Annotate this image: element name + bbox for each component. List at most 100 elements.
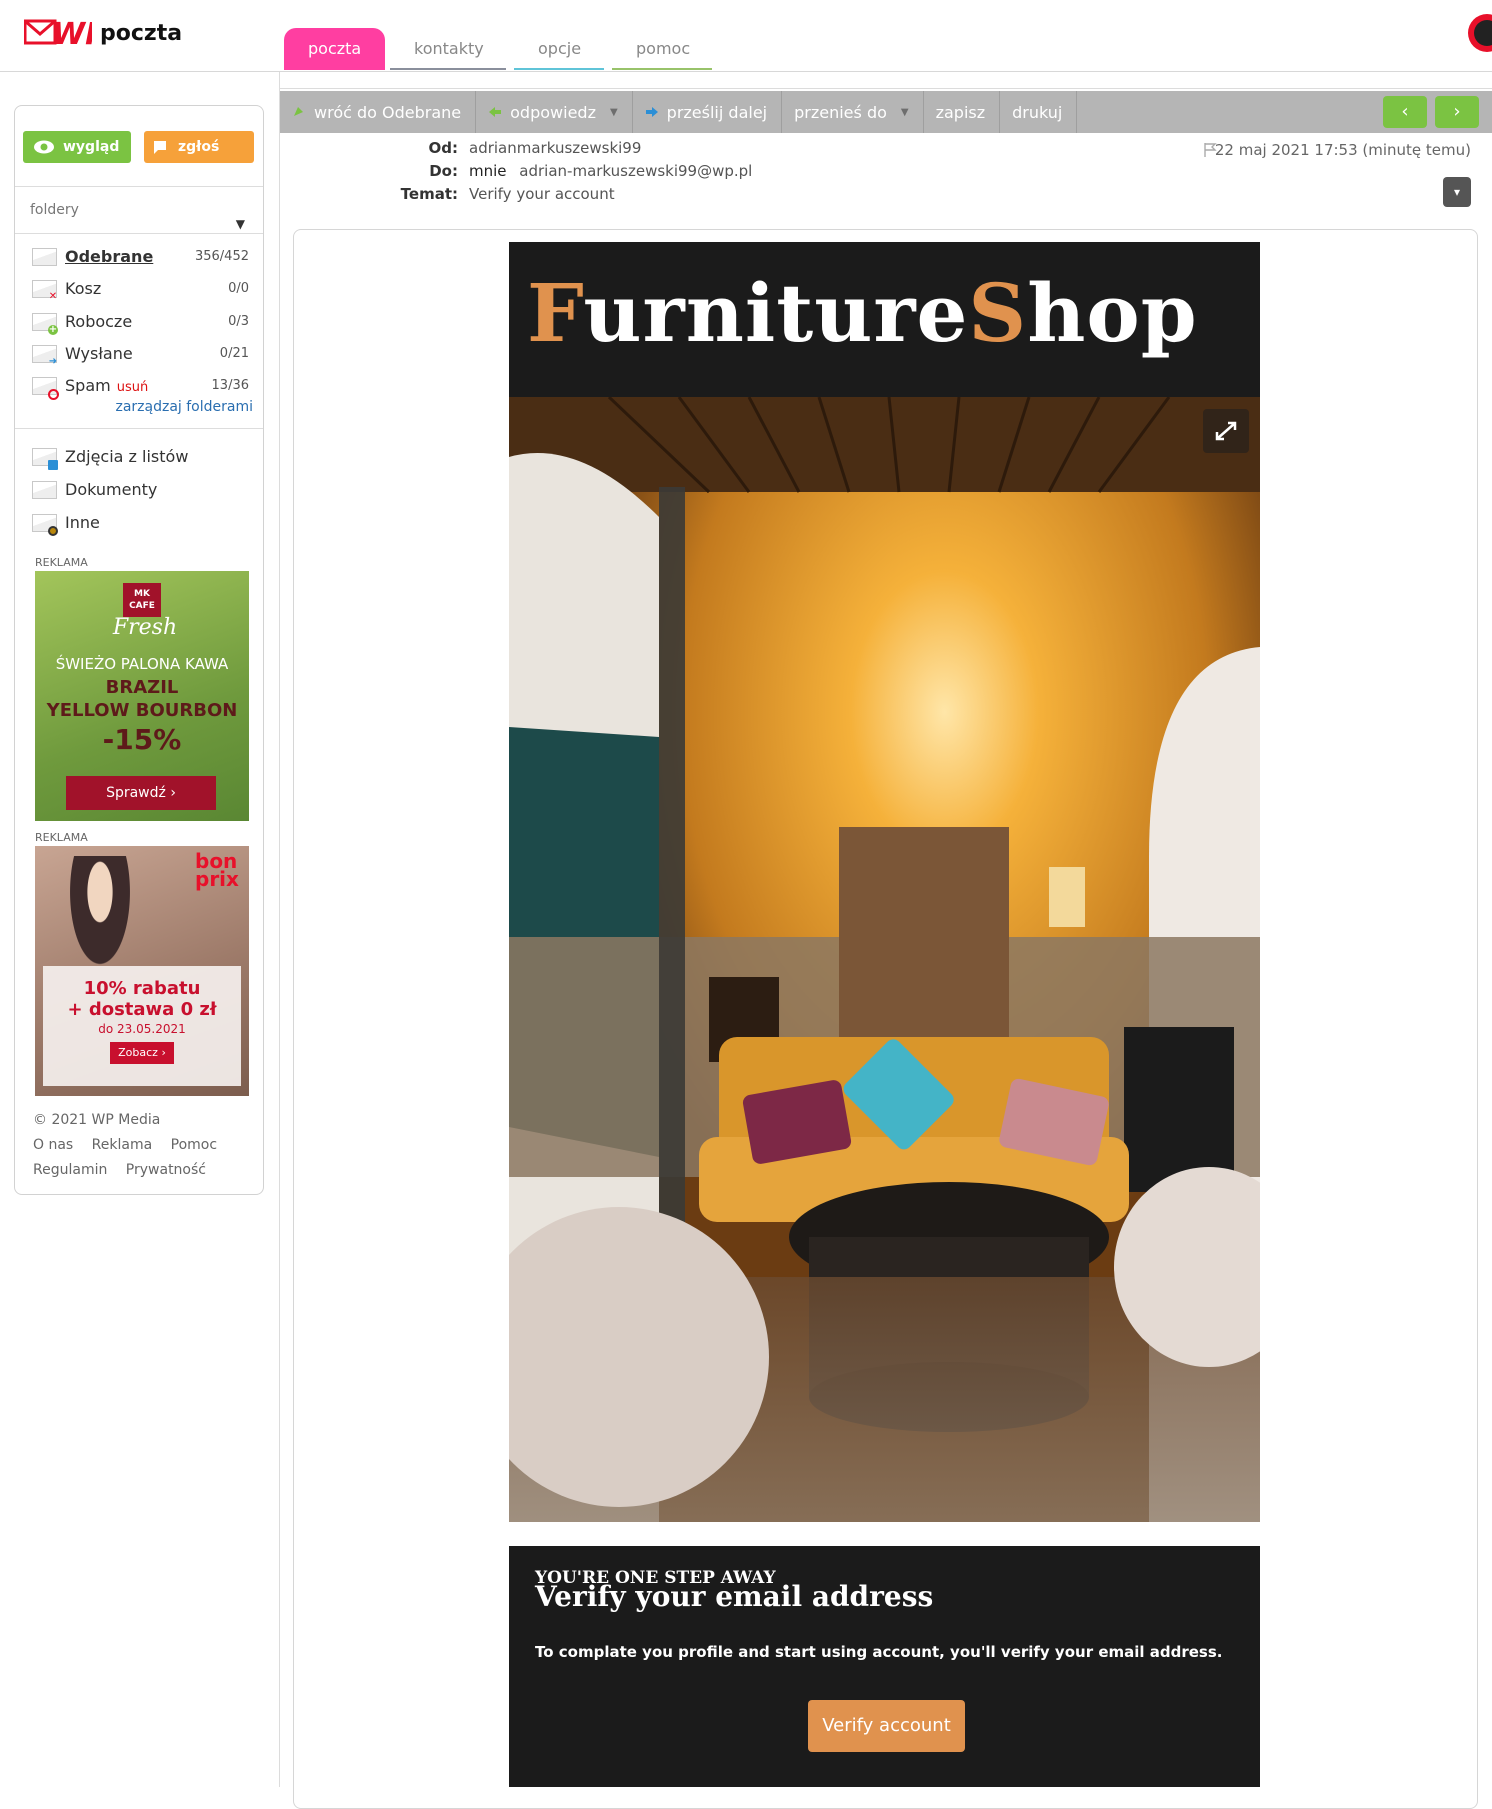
folder-label: Spam	[65, 376, 111, 395]
message-date: 22 maj 2021 17:53 (minutę temu)	[1214, 141, 1471, 159]
category-other[interactable]: Inne	[15, 509, 263, 539]
verify-account-button[interactable]: Verify account	[808, 1700, 965, 1752]
previous-message-button[interactable]: ‹	[1383, 96, 1427, 128]
folders-dropdown[interactable]: foldery ▼	[15, 186, 263, 234]
delete-mark-icon: ✕	[48, 291, 58, 302]
footer-link-ads[interactable]: Reklama	[92, 1137, 153, 1153]
spam-block-icon	[48, 389, 59, 400]
ad-label: REKLAMA	[35, 831, 88, 844]
copyright: © 2021 WP Media	[33, 1112, 161, 1128]
toolbar-label: zapisz	[935, 102, 986, 122]
other-mark-icon	[48, 526, 58, 536]
category-documents[interactable]: Dokumenty	[15, 476, 263, 506]
folders-header-label: foldery	[30, 202, 79, 218]
save-button[interactable]: zapisz	[924, 91, 1001, 133]
reply-button[interactable]: odpowiedz ▼	[476, 91, 633, 133]
ad-cta-label: Sprawdź	[106, 785, 166, 801]
folder-count: 0/3	[228, 314, 249, 329]
furnitureshop-logo: FurnitureShop	[527, 266, 1198, 360]
ad-headline: ŚWIEŻO PALONA KAWA	[55, 655, 229, 673]
hero-illustration	[509, 397, 1260, 1522]
tab-poczta[interactable]: poczta	[284, 28, 386, 70]
verify-section: YOU'RE ONE STEP AWAY Verify your email a…	[509, 1546, 1260, 1787]
ad-bonprix-banner[interactable]: bon prix 10% rabatu + dostawa 0 zł do 23.…	[35, 846, 249, 1096]
expand-header-button[interactable]: ▾	[1443, 177, 1471, 207]
brand-letter: F	[527, 266, 584, 360]
report-bug-label: zgłoś błąd	[178, 139, 220, 187]
sidebar-item-kosz[interactable]: ✕ Kosz 0/0	[15, 275, 263, 305]
expand-image-button[interactable]	[1203, 409, 1249, 453]
view-button[interactable]: wygląd	[23, 131, 131, 163]
view-button-label: wygląd	[63, 139, 120, 155]
footer-link-about[interactable]: O nas	[33, 1137, 73, 1153]
sidebar-item-robocze[interactable]: + Robocze 0/3	[15, 308, 263, 338]
footer-link-help[interactable]: Pomoc	[171, 1137, 217, 1153]
brand-text: hop	[1027, 266, 1198, 360]
footer-link-privacy[interactable]: Prywatność	[126, 1162, 206, 1178]
to-email[interactable]: adrian-markuszewski99@wp.pl	[519, 162, 752, 180]
tab-pomoc[interactable]: pomoc	[612, 28, 712, 70]
brand-text: urniture	[583, 266, 969, 360]
tab-label: pomoc	[636, 39, 691, 58]
forward-button[interactable]: prześlij dalej	[633, 91, 783, 133]
folder-count: 13/36	[211, 378, 249, 393]
sent-arrow-icon: ➜	[48, 356, 58, 367]
eye-icon	[34, 140, 54, 154]
move-to-button[interactable]: przenieś do ▼	[782, 91, 924, 133]
user-avatar[interactable]	[1468, 14, 1492, 52]
folder-label: Wysłane	[65, 344, 133, 363]
ad2-offer-line: 10% rabatu	[83, 978, 201, 999]
category-photos[interactable]: Zdjęcia z listów	[15, 443, 263, 473]
chevron-down-icon[interactable]: ▼	[610, 107, 618, 118]
back-arrow-icon	[294, 107, 303, 116]
document-envelope-icon	[32, 481, 57, 499]
main-top-strip	[280, 72, 1492, 89]
tab-opcje[interactable]: opcje	[514, 28, 604, 70]
from-value[interactable]: adrianmarkuszewski99	[469, 139, 641, 157]
tab-underline	[390, 68, 506, 70]
chevron-down-icon: ▼	[900, 106, 909, 118]
print-button[interactable]: drukuj	[1000, 91, 1078, 133]
footer-links-row: Regulamin Prywatność	[33, 1162, 206, 1178]
chevron-left-icon: ‹	[1401, 101, 1409, 122]
sidebar-item-spam[interactable]: Spam usuń 13/36	[15, 372, 263, 402]
subject-label: Temat:	[400, 185, 458, 203]
ad2-offer-line: + dostawa 0 zł	[67, 999, 217, 1020]
tab-label: poczta	[308, 39, 362, 58]
speech-bubble-icon	[154, 141, 166, 154]
folder-count: 356/452	[194, 249, 249, 264]
reply-arrow-icon	[489, 107, 502, 117]
ad2-offer-panel: 10% rabatu + dostawa 0 zł do 23.05.2021 …	[43, 966, 241, 1086]
chevron-right-icon: ›	[1453, 101, 1461, 122]
top-header: WP poczta poczta kontakty opcje pomoc	[0, 0, 1492, 72]
ad-label: REKLAMA	[35, 556, 88, 569]
to-name: mnie	[469, 162, 507, 180]
empty-spam-link[interactable]: usuń	[117, 380, 149, 395]
sidebar-item-odebrane[interactable]: Odebrane 356/452	[15, 243, 263, 273]
toolbar-label: przenieś do	[794, 102, 887, 122]
footer-link-terms[interactable]: Regulamin	[33, 1162, 107, 1178]
report-bug-button[interactable]: zgłoś błąd	[144, 131, 254, 187]
back-to-inbox-button[interactable]: wróć do Odebrane	[280, 91, 477, 133]
tab-underline	[612, 68, 712, 70]
next-message-button[interactable]: ›	[1435, 96, 1479, 128]
ad-coffee-banner[interactable]: MK CAFE Fresh ŚWIEŻO PALONA KAWA BRAZIL …	[35, 571, 249, 821]
tab-label: opcje	[538, 39, 582, 58]
draft-mark-icon: +	[48, 324, 58, 335]
toolbar-label: prześlij dalej	[666, 102, 768, 122]
wp-poczta-logo[interactable]: WP poczta	[24, 16, 182, 50]
expand-icon	[1215, 421, 1237, 441]
verify-title: Verify your email address	[535, 1580, 934, 1613]
ad-cta-button[interactable]: Sprawdź ›	[66, 776, 216, 810]
ad2-cta-label: Zobacz	[118, 1046, 158, 1059]
email-brand-header: FurnitureShop	[509, 242, 1260, 397]
logo-text: poczta	[100, 20, 183, 46]
folder-count: 0/21	[219, 346, 249, 361]
svg-text:WP: WP	[52, 17, 92, 50]
verify-text: To complate you profile and start using …	[535, 1643, 1223, 1661]
tab-kontakty[interactable]: kontakty	[390, 28, 506, 70]
sidebar-item-wyslane[interactable]: ➜ Wysłane 0/21	[15, 340, 263, 370]
ad2-cta-button[interactable]: Zobacz ›	[110, 1042, 174, 1064]
category-label: Inne	[65, 513, 100, 532]
manage-folders-link[interactable]: zarządzaj folderami	[115, 399, 253, 415]
